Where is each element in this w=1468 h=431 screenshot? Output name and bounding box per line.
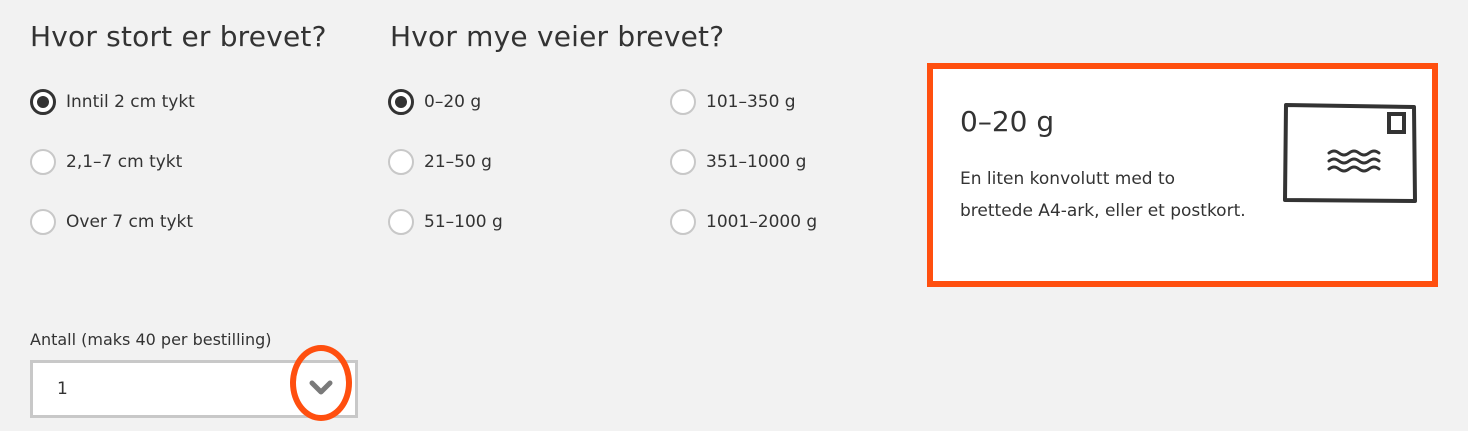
radio-button[interactable] bbox=[388, 149, 414, 175]
weight-heading: Hvor mye veier brevet? bbox=[390, 20, 725, 53]
radio-label: 101–350 g bbox=[706, 92, 796, 112]
radio-button[interactable] bbox=[30, 149, 56, 175]
radio-button[interactable] bbox=[388, 209, 414, 235]
letter-options-page: Hvor stort er brevet? Inntil 2 cm tykt 2… bbox=[0, 0, 1468, 431]
radio-button[interactable] bbox=[30, 89, 56, 115]
size-heading: Hvor stort er brevet? bbox=[30, 20, 327, 53]
weight-option-101-350g[interactable]: 101–350 g bbox=[670, 89, 796, 115]
weight-option-0-20g[interactable]: 0–20 g bbox=[388, 89, 481, 115]
weight-option-1001-2000g[interactable]: 1001–2000 g bbox=[670, 209, 817, 235]
radio-label: 1001–2000 g bbox=[706, 212, 818, 232]
radio-label: 0–20 g bbox=[424, 92, 482, 112]
size-option-0-2cm[interactable]: Inntil 2 cm tykt bbox=[30, 89, 195, 115]
radio-label: 21–50 g bbox=[424, 152, 492, 172]
weight-info-card: 0–20 g En liten konvolutt med to bretted… bbox=[927, 63, 1438, 287]
radio-label: Over 7 cm tykt bbox=[66, 212, 194, 232]
size-option-2-7cm[interactable]: 2,1–7 cm tykt bbox=[30, 149, 182, 175]
size-option-over-7cm[interactable]: Over 7 cm tykt bbox=[30, 209, 193, 235]
chevron-down-icon[interactable] bbox=[308, 378, 334, 398]
radio-label: 2,1–7 cm tykt bbox=[66, 152, 183, 172]
radio-button[interactable] bbox=[388, 89, 414, 115]
quantity-label: Antall (maks 40 per bestilling) bbox=[30, 330, 272, 349]
weight-option-51-100g[interactable]: 51–100 g bbox=[388, 209, 503, 235]
quantity-value: 1 bbox=[57, 379, 68, 399]
radio-button[interactable] bbox=[30, 209, 56, 235]
radio-label: 51–100 g bbox=[424, 212, 503, 232]
radio-label: Inntil 2 cm tykt bbox=[66, 92, 195, 112]
weight-option-21-50g[interactable]: 21–50 g bbox=[388, 149, 492, 175]
radio-label: 351–1000 g bbox=[706, 152, 807, 172]
radio-button[interactable] bbox=[670, 149, 696, 175]
radio-button[interactable] bbox=[670, 209, 696, 235]
info-card-title: 0–20 g bbox=[960, 105, 1055, 138]
radio-button[interactable] bbox=[670, 89, 696, 115]
envelope-icon bbox=[1283, 103, 1417, 203]
info-card-description: En liten konvolutt med to brettede A4-ar… bbox=[960, 169, 1246, 221]
weight-option-351-1000g[interactable]: 351–1000 g bbox=[670, 149, 806, 175]
